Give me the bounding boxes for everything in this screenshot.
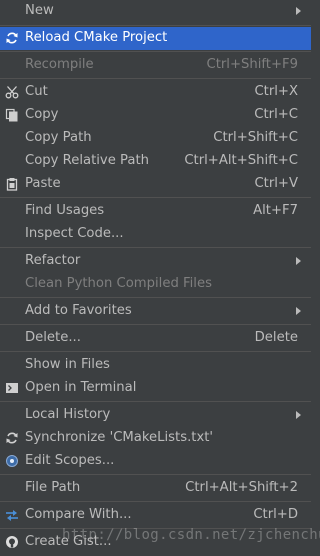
menu-item-recompile[interactable]: Recompile Ctrl+Shift+F9 (0, 54, 311, 77)
copy-icon (5, 108, 18, 122)
menu-item-new[interactable]: New (0, 0, 311, 23)
menu-item-copy-path[interactable]: Copy Path Ctrl+Shift+C (0, 127, 311, 150)
menu-item-label: Open in Terminal (25, 380, 137, 395)
menu-separator (0, 474, 311, 475)
scope-icon (6, 455, 18, 467)
menu-separator (0, 197, 311, 198)
menu-item-copy[interactable]: Copy Ctrl+C (0, 104, 311, 127)
menu-item-cut[interactable]: Cut Ctrl+X (0, 81, 311, 104)
menu-item-label: Clean Python Compiled Files (25, 276, 212, 291)
menu-item-shortcut: Ctrl+V (254, 176, 298, 191)
terminal-icon (6, 383, 18, 393)
menu-item-shortcut: Alt+F7 (253, 203, 298, 218)
menu-item-shortcut: Ctrl+X (254, 84, 298, 99)
menu-item-label: Delete... (25, 330, 81, 345)
submenu-arrow-icon (296, 411, 301, 419)
menu-item-label: File Path (25, 480, 81, 495)
reload-icon (6, 32, 18, 44)
menu-item-label: Inspect Code... (25, 226, 124, 241)
submenu-arrow-icon (296, 257, 301, 265)
menu-item-refactor[interactable]: Refactor (0, 250, 311, 273)
menu-item-label: Paste (25, 176, 61, 191)
menu-item-shortcut: Ctrl+D (253, 507, 298, 522)
menu-separator (0, 297, 311, 298)
submenu-arrow-icon (296, 7, 301, 15)
menu-separator (0, 247, 311, 248)
menu-item-shortcut: Ctrl+Alt+Shift+C (184, 153, 298, 168)
menu-item-label: Add to Favorites (25, 303, 132, 318)
menu-item-label: Local History (25, 407, 111, 422)
menu-item-file-path[interactable]: File Path Ctrl+Alt+Shift+2 (0, 477, 311, 500)
menu-separator (0, 25, 311, 26)
menu-item-paste[interactable]: Paste Ctrl+V (0, 173, 311, 196)
sync-icon (6, 432, 18, 444)
menu-item-label: Refactor (25, 253, 81, 268)
context-menu: New Reload CMake Project Recompile Ctrl+… (0, 0, 320, 556)
watermark-text: http://blog.csdn.net/zjchenchujie (62, 527, 320, 543)
menu-item-edit-scopes[interactable]: Edit Scopes... (0, 450, 311, 473)
menu-separator (0, 401, 311, 402)
menu-item-clean-python-compiled-files[interactable]: Clean Python Compiled Files (0, 273, 311, 296)
menu-item-find-usages[interactable]: Find Usages Alt+F7 (0, 200, 311, 223)
menu-item-compare-with[interactable]: Compare With... Ctrl+D (0, 504, 311, 527)
menu-item-label: New (25, 3, 54, 18)
menu-item-open-in-terminal[interactable]: Open in Terminal (0, 377, 311, 400)
menu-item-add-to-favorites[interactable]: Add to Favorites (0, 300, 311, 323)
menu-item-synchronize[interactable]: Synchronize 'CMakeLists.txt' (0, 427, 311, 450)
menu-item-label: Cut (25, 84, 48, 99)
menu-item-label: Find Usages (25, 203, 105, 218)
menu-item-shortcut: Delete (254, 330, 298, 345)
menu-separator (0, 78, 311, 79)
menu-separator (0, 501, 311, 502)
menu-item-label: Copy Path (25, 130, 92, 145)
menu-item-label: Copy Relative Path (25, 153, 149, 168)
menu-item-shortcut: Ctrl+Shift+C (213, 130, 298, 145)
github-icon (6, 536, 18, 548)
menu-item-shortcut: Ctrl+Alt+Shift+2 (185, 480, 298, 495)
menu-item-shortcut: Ctrl+C (254, 107, 298, 122)
menu-item-local-history[interactable]: Local History (0, 404, 311, 427)
menu-item-copy-relative-path[interactable]: Copy Relative Path Ctrl+Alt+Shift+C (0, 150, 311, 173)
menu-item-inspect-code[interactable]: Inspect Code... (0, 223, 311, 246)
clipboard-icon (6, 178, 18, 191)
menu-item-label: Show in Files (25, 357, 110, 372)
menu-item-label: Synchronize 'CMakeLists.txt' (25, 430, 214, 445)
menu-item-show-in-files[interactable]: Show in Files (0, 354, 311, 377)
compare-icon (6, 510, 18, 521)
scissors-icon (5, 86, 19, 99)
menu-item-shortcut: Ctrl+Shift+F9 (206, 57, 298, 72)
menu-item-label: Copy (25, 107, 59, 122)
menu-item-label: Compare With... (25, 507, 132, 522)
menu-separator (0, 51, 311, 52)
menu-item-reload-cmake-project[interactable]: Reload CMake Project (0, 27, 311, 50)
menu-item-label: Recompile (25, 57, 94, 72)
menu-item-delete[interactable]: Delete... Delete (0, 327, 311, 350)
submenu-arrow-icon (296, 307, 301, 315)
menu-separator (0, 324, 311, 325)
menu-item-label: Edit Scopes... (25, 453, 115, 468)
menu-separator (0, 351, 311, 352)
menu-item-label: Reload CMake Project (25, 30, 168, 45)
